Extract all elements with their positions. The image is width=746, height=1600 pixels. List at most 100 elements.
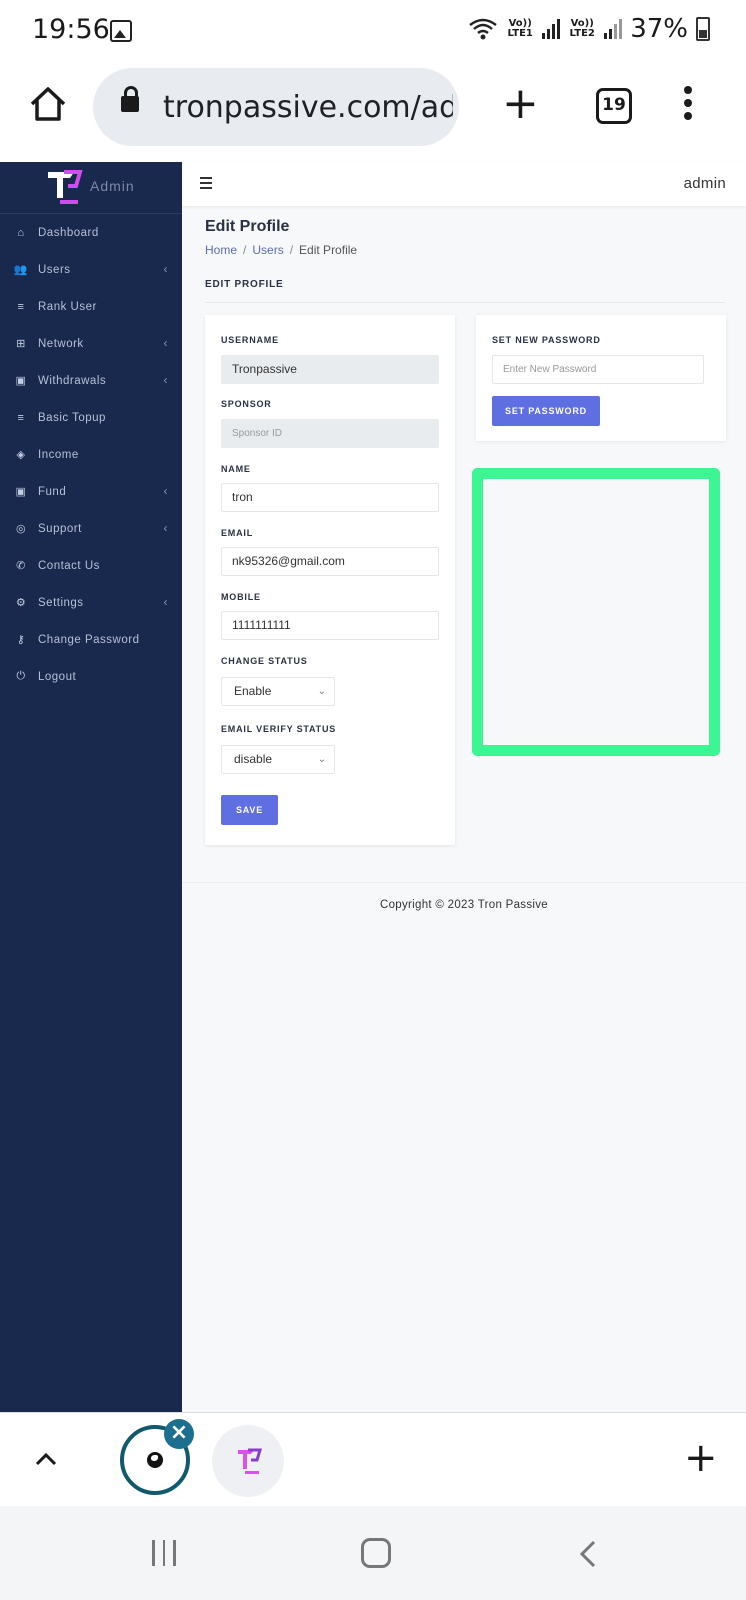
recents-icon[interactable]: [152, 1540, 176, 1566]
card-icon: ▣: [15, 486, 27, 498]
money-icon: ◈: [16, 449, 26, 461]
set-password-button[interactable]: SET PASSWORD: [492, 396, 600, 426]
url-text[interactable]: tronpassive.com/ad: [163, 90, 453, 125]
sidebar-item-withdrawals[interactable]: ▣ Withdrawals ‹: [0, 362, 182, 399]
sidebar-item-label: Income: [38, 448, 79, 461]
chevron-left-icon: ‹: [163, 521, 168, 535]
sidebar-item-change-password[interactable]: ⚷ Change Password: [0, 621, 182, 658]
browser-toolbar: tronpassive.com/ad + 19: [0, 64, 746, 160]
edit-profile-card: USERNAME Tronpassive SPONSOR Sponsor ID …: [205, 315, 455, 845]
name-field[interactable]: tron: [221, 483, 439, 512]
sidebar-item-label: Fund: [38, 485, 67, 498]
sidebar-item-label: Dashboard: [38, 226, 99, 239]
sidebar-item-users[interactable]: 👥 Users ‹: [0, 251, 182, 288]
lock-icon[interactable]: [121, 86, 139, 112]
email-field[interactable]: nk95326@gmail.com: [221, 547, 439, 576]
breadcrumb-separator: /: [243, 243, 247, 257]
list-icon: ≡: [17, 411, 25, 424]
sidebar-item-dashboard[interactable]: ⌂ Dashboard: [0, 214, 182, 251]
back-icon[interactable]: [578, 1540, 598, 1568]
save-button[interactable]: SAVE: [221, 795, 278, 825]
home-icon: ⌂: [17, 226, 25, 239]
sponsor-label: SPONSOR: [221, 399, 272, 409]
add-tab-button[interactable]: +: [684, 1433, 718, 1483]
lifering-icon: ◎: [15, 523, 27, 535]
username-label: USERNAME: [221, 335, 279, 345]
address-bar[interactable]: tronpassive.com/ad: [93, 68, 459, 146]
sidebar-item-label: Basic Topup: [38, 411, 106, 424]
sidebar-item-rank-user[interactable]: ≡ Rank User: [0, 288, 182, 325]
hamburger-menu-icon[interactable]: [200, 177, 212, 192]
sidebar-item-label: Users: [38, 263, 71, 276]
status-bar: 19:56 Vo)) LTE1 Vo)) LTE2 37%: [0, 0, 746, 64]
home-icon[interactable]: [28, 84, 68, 124]
sim2-label: Vo)) LTE2: [569, 18, 595, 39]
chevron-left-icon: ‹: [163, 262, 168, 276]
sidebar-item-label: Withdrawals: [38, 374, 107, 387]
footer-divider: [182, 882, 746, 883]
sidebar-brand[interactable]: Admin: [0, 162, 182, 214]
sidebar-item-label: Rank User: [38, 300, 97, 313]
users-icon: 👥: [13, 264, 29, 276]
sidebar-item-network[interactable]: ⊞ Network ‹: [0, 325, 182, 362]
chevron-left-icon: ‹: [163, 373, 168, 387]
sidebar-item-support[interactable]: ◎ Support ‹: [0, 510, 182, 547]
mobile-label: MOBILE: [221, 592, 261, 602]
breadcrumb-separator: /: [289, 243, 294, 257]
close-tab-icon[interactable]: ×: [164, 1419, 194, 1449]
tron-passive-tab[interactable]: [212, 1425, 284, 1497]
chevron-left-icon: ‹: [163, 336, 168, 350]
browser-menu-icon[interactable]: [684, 86, 692, 126]
footer-copyright: Copyright © 2023 Tron Passive: [379, 899, 549, 911]
battery-icon: [696, 17, 710, 41]
change-status-label: CHANGE STATUS: [221, 656, 308, 666]
chevron-down-icon: ⌄: [317, 754, 326, 765]
sim1-label: Vo)) LTE1: [507, 18, 533, 39]
user-menu[interactable]: admin: [684, 175, 726, 192]
name-label: NAME: [221, 464, 251, 474]
chevron-up-icon[interactable]: [34, 1447, 58, 1471]
wifi-icon: [469, 18, 497, 40]
email-verify-select[interactable]: disable ⌄: [221, 745, 335, 774]
new-password-field[interactable]: Enter New Password: [492, 355, 704, 384]
sim2-signal-icon: [604, 19, 623, 39]
sitemap-icon: ⊞: [16, 338, 26, 350]
phone-icon: ✆: [16, 560, 26, 572]
sidebar-item-contact-us[interactable]: ✆ Contact Us: [0, 547, 182, 584]
mobile-field[interactable]: 1111111111: [221, 611, 439, 640]
home-nav-icon[interactable]: [361, 1538, 391, 1568]
sponsor-field[interactable]: Sponsor ID: [221, 419, 439, 448]
change-status-select[interactable]: Enable ⌄: [221, 677, 335, 706]
key-icon: ⚷: [16, 634, 26, 646]
status-time: 19:56: [32, 14, 110, 45]
sidebar-item-logout[interactable]: ⏻ Logout: [0, 658, 182, 695]
breadcrumb-users[interactable]: Users: [252, 243, 283, 257]
status-indicators: Vo)) LTE1 Vo)) LTE2 37%: [468, 14, 710, 44]
sidebar-item-fund[interactable]: ▣ Fund ‹: [0, 473, 182, 510]
sidebar-item-label: Settings: [38, 596, 84, 609]
list-icon: ≡: [17, 300, 25, 313]
highlight-box: [472, 468, 720, 756]
sidebar-item-basic-topup[interactable]: ≡ Basic Topup: [0, 399, 182, 436]
breadcrumb-current: Edit Profile: [299, 243, 358, 257]
sidebar-nav: ⌂ Dashboard 👥 Users ‹ ≡ Rank User ⊞ Network ‹ ▣ Wit…: [0, 214, 182, 695]
breadcrumb: Home / Users / Edit Profile: [205, 243, 357, 257]
gear-icon: ⚙: [15, 597, 27, 609]
chevron-left-icon: ‹: [163, 484, 168, 498]
sidebar-item-label: Support: [38, 522, 82, 535]
tab-switcher-button[interactable]: 19: [596, 88, 632, 124]
gallery-notification-icon: [110, 20, 132, 42]
tab-strip: × +: [0, 1412, 746, 1506]
sidebar-item-label: Change Password: [38, 633, 140, 646]
set-password-title: SET NEW PASSWORD: [492, 335, 601, 345]
tron-passive-logo: [48, 170, 83, 204]
sidebar-item-settings[interactable]: ⚙ Settings ‹: [0, 584, 182, 621]
new-tab-button[interactable]: +: [502, 82, 539, 126]
android-navigation-bar: [0, 1506, 746, 1600]
power-icon: ⏻: [16, 670, 26, 682]
sidebar-item-label: Logout: [38, 670, 77, 683]
chevron-down-icon: ⌄: [317, 686, 326, 697]
breadcrumb-home[interactable]: Home: [205, 243, 237, 257]
globe-icon: [147, 1452, 163, 1468]
sidebar-item-income[interactable]: ◈ Income: [0, 436, 182, 473]
